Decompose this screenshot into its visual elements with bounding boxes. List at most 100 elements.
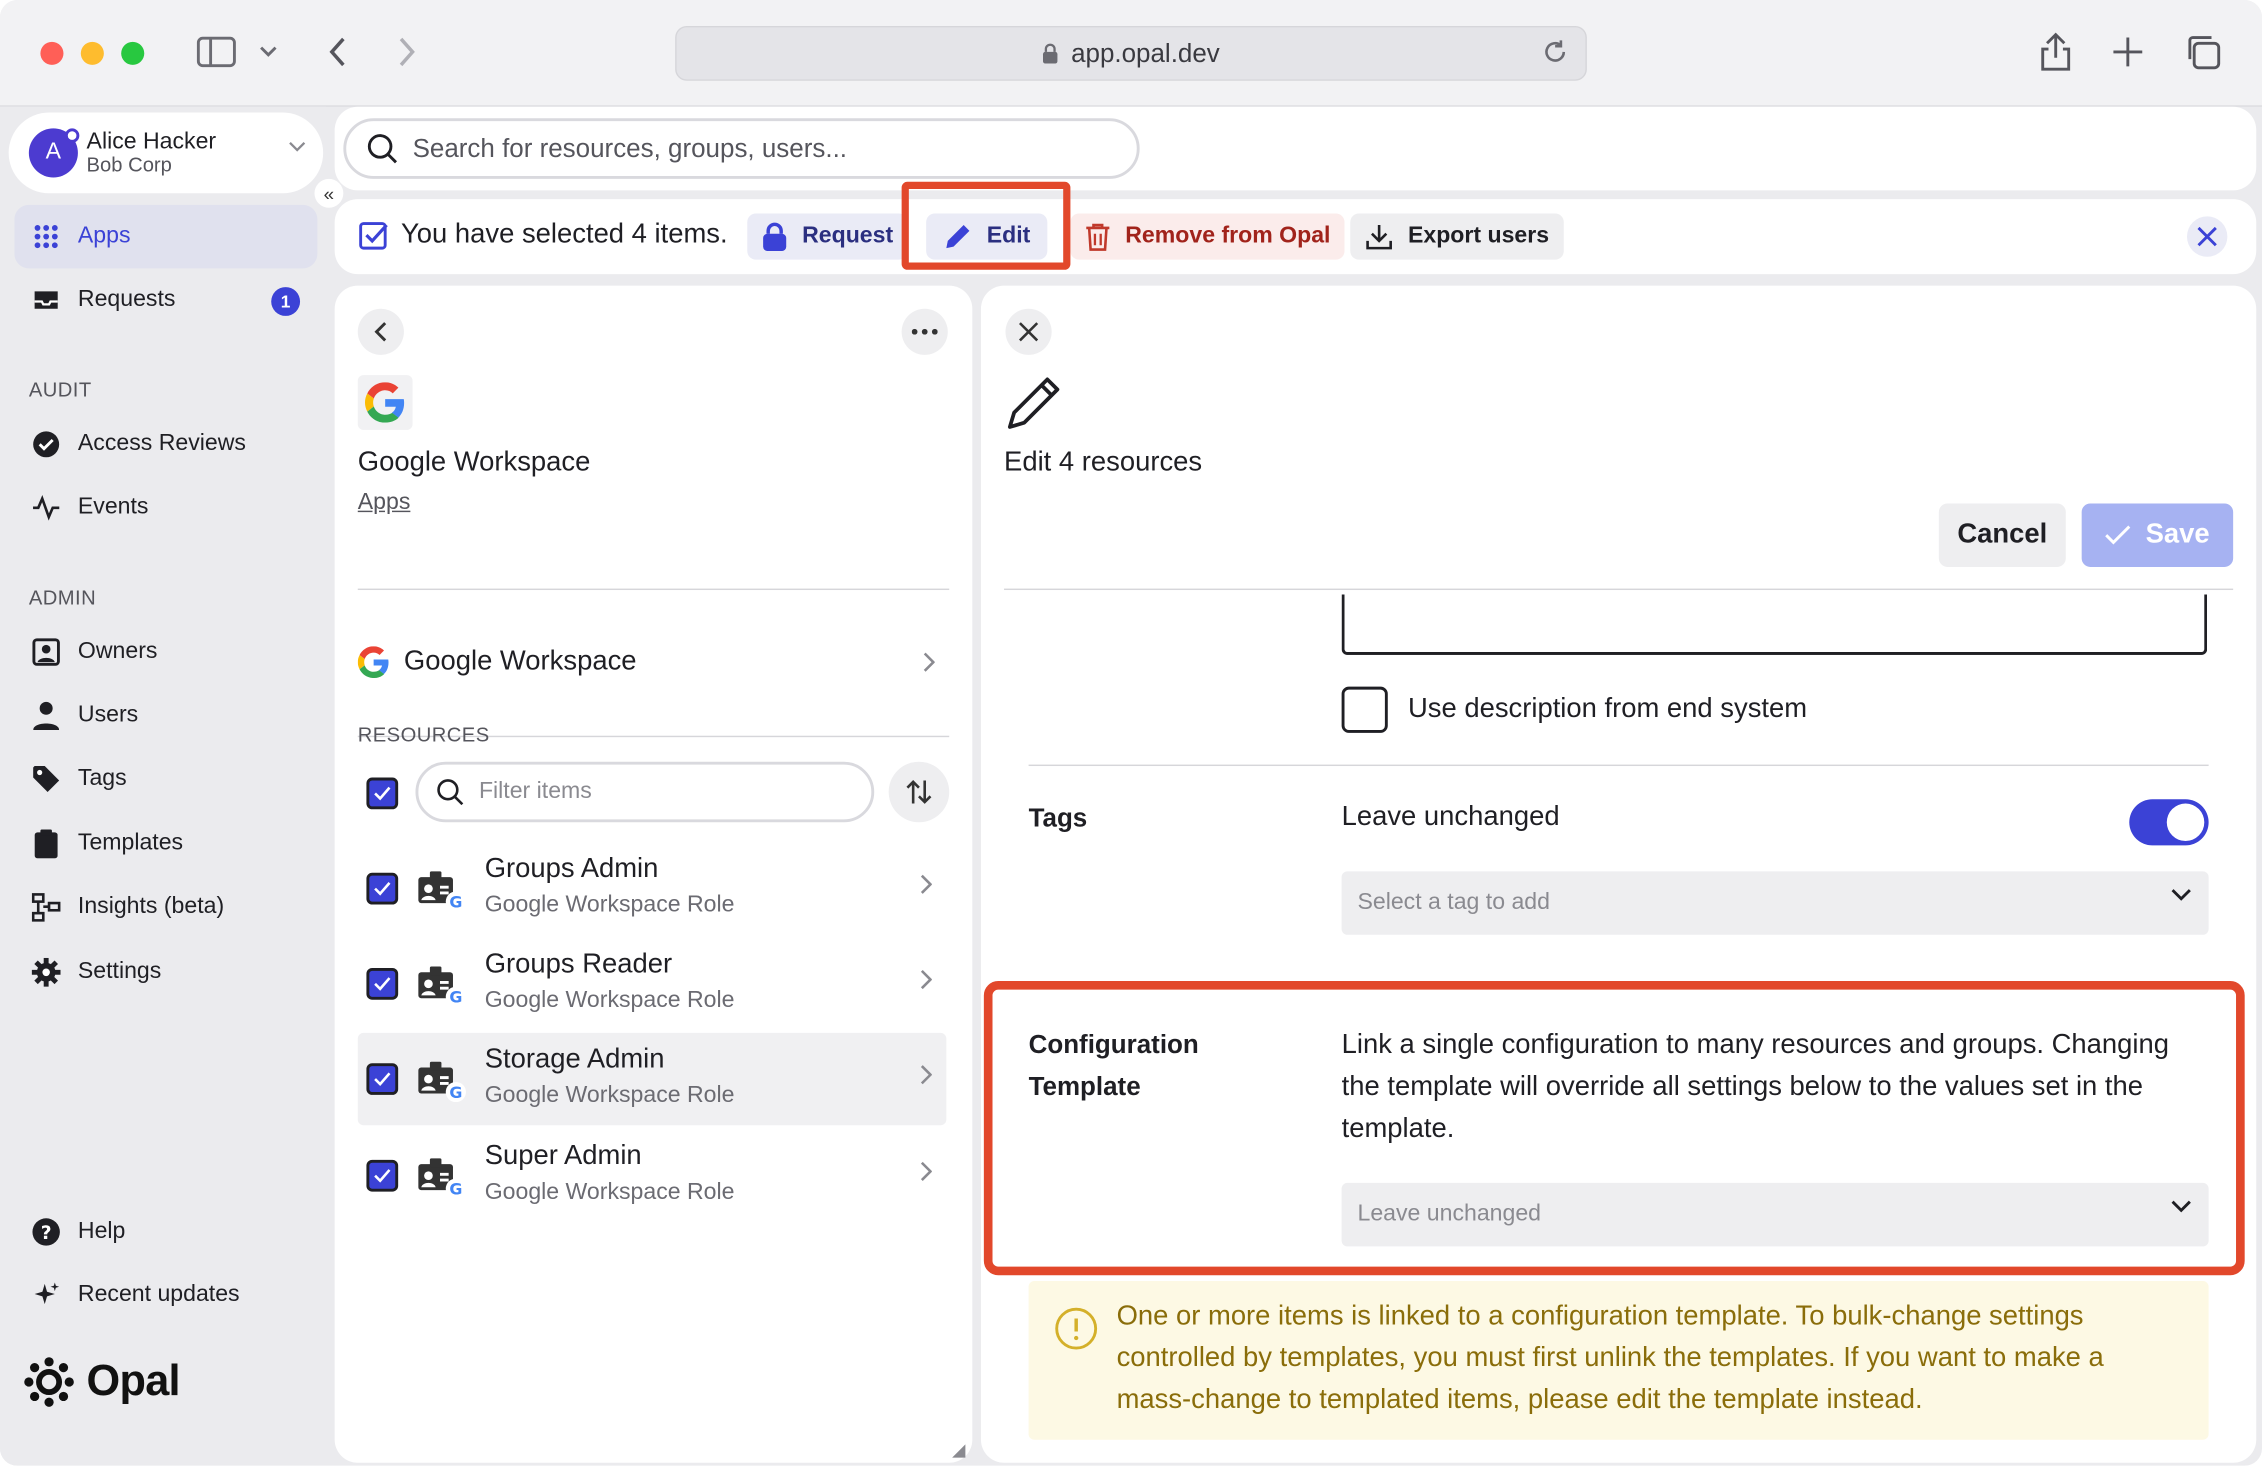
- close-icon: [2197, 226, 2217, 247]
- search-icon: [367, 134, 398, 164]
- app-detail-panel: Google Workspace Apps Google Workspace R…: [334, 285, 973, 1463]
- edit-resources-panel: Edit 4 resources Cancel Save Use descrip…: [980, 285, 2257, 1463]
- reload-icon[interactable]: [1542, 39, 1568, 65]
- remove-from-opal-button[interactable]: Remove from Opal: [1070, 213, 1345, 260]
- filter-items-input[interactable]: Filter items: [415, 761, 875, 823]
- close-panel-button[interactable]: [1005, 308, 1052, 355]
- forward-icon[interactable]: [390, 32, 425, 72]
- user-icon: [32, 701, 61, 730]
- sidebar: A Alice Hacker Bob Corp « Apps Requests …: [0, 106, 344, 1466]
- address-bar[interactable]: app.opal.dev: [675, 25, 1587, 81]
- chevron-right-icon: [923, 652, 935, 672]
- filter-placeholder: Filter items: [478, 779, 592, 804]
- resource-item-groups-admin[interactable]: G Groups Admin Google Workspace Role: [358, 842, 947, 934]
- chevron-down-icon: [2171, 1200, 2191, 1213]
- export-users-button[interactable]: Export users: [1350, 213, 1564, 260]
- edit-button[interactable]: Edit: [926, 213, 1048, 260]
- download-icon: [1366, 225, 1392, 250]
- use-description-label: Use description from end system: [1407, 693, 1808, 725]
- sidebar-item-templates[interactable]: Templates: [14, 812, 317, 875]
- divider: [1004, 588, 2234, 591]
- use-description-checkbox[interactable]: [1341, 686, 1388, 733]
- checkmark-icon: [374, 882, 391, 896]
- sort-button[interactable]: [888, 761, 950, 823]
- new-tab-icon[interactable]: [2109, 32, 2147, 72]
- activity-icon: [32, 493, 61, 522]
- close-window-button[interactable]: [40, 41, 64, 65]
- sidebar-item-label: Requests: [77, 287, 176, 312]
- request-button[interactable]: Request: [747, 213, 908, 260]
- resource-checkbox[interactable]: [366, 1159, 399, 1192]
- resource-checkbox[interactable]: [366, 1063, 399, 1095]
- role-badge-icon: G: [418, 966, 466, 1007]
- sidebar-item-tags[interactable]: Tags: [14, 747, 317, 810]
- search-input[interactable]: Search for resources, groups, users...: [343, 118, 1140, 179]
- config-label-line1: Configuration: [1028, 1030, 1199, 1059]
- back-button[interactable]: [357, 308, 404, 355]
- pencil-icon: [1007, 377, 1060, 429]
- tags-leave-unchanged-toggle[interactable]: [2129, 799, 2209, 846]
- use-description-checkbox-row[interactable]: Use description from end system: [1341, 686, 1808, 733]
- role-badge-icon: G: [418, 1061, 466, 1103]
- collapse-sidebar-button[interactable]: «: [314, 178, 344, 208]
- gear-icon: [31, 957, 61, 987]
- resource-item-groups-reader[interactable]: G Groups Reader Google Workspace Role: [358, 938, 947, 1030]
- opal-logo[interactable]: Opal: [23, 1356, 181, 1408]
- sidebar-item-users[interactable]: Users: [14, 684, 317, 747]
- resource-checkbox[interactable]: [366, 872, 399, 905]
- resource-checkbox[interactable]: [366, 967, 399, 1000]
- back-icon[interactable]: [320, 32, 355, 72]
- resource-type: Google Workspace Role: [484, 1083, 735, 1108]
- breadcrumb-apps-link[interactable]: Apps: [358, 490, 411, 516]
- app-title: Google Workspace: [357, 447, 591, 478]
- resource-type: Google Workspace Role: [484, 988, 735, 1013]
- panel-resize-handle[interactable]: ◢: [952, 1440, 965, 1460]
- apps-grid-icon: [32, 222, 61, 251]
- check-square-icon: [359, 222, 388, 250]
- clear-selection-button[interactable]: [2186, 216, 2228, 257]
- checkmark-icon: [374, 1169, 391, 1183]
- sidebar-item-apps[interactable]: Apps: [14, 204, 318, 269]
- resource-name: Super Admin: [484, 1141, 642, 1172]
- save-button[interactable]: Save: [2081, 503, 2234, 567]
- trash-icon: [1086, 223, 1110, 251]
- resources-heading: RESOURCES: [357, 722, 490, 746]
- description-textarea[interactable]: [1341, 594, 2208, 655]
- sidebar-item-access-reviews[interactable]: Access Reviews: [14, 413, 317, 476]
- sidebar-toggle-icon[interactable]: [193, 32, 239, 72]
- request-label: Request: [802, 223, 894, 249]
- cancel-button[interactable]: Cancel: [1938, 503, 2066, 567]
- resource-item-storage-admin[interactable]: G Storage Admin Google Workspace Role: [357, 1032, 947, 1126]
- tag-select[interactable]: Select a tag to add: [1341, 871, 2209, 935]
- maximize-window-button[interactable]: [121, 41, 145, 65]
- configuration-template-select[interactable]: Leave unchanged: [1341, 1182, 2209, 1247]
- sidebar-item-insights[interactable]: Insights (beta): [14, 876, 317, 939]
- opal-logo-icon: [24, 1357, 74, 1407]
- sidebar-item-label: Users: [77, 702, 139, 728]
- app-row-google-workspace[interactable]: Google Workspace: [357, 629, 949, 695]
- more-options-button[interactable]: [901, 308, 948, 355]
- google-logo-icon: [357, 646, 389, 679]
- resource-name: Storage Admin: [484, 1044, 665, 1075]
- avatar: A: [28, 128, 80, 178]
- sidebar-item-help[interactable]: ? Help: [14, 1200, 317, 1263]
- checkmark-icon: [374, 977, 391, 991]
- tabs-overview-icon[interactable]: [2181, 32, 2224, 72]
- resource-name: Groups Admin: [484, 854, 659, 885]
- sidebar-item-settings[interactable]: Settings: [14, 941, 317, 1004]
- resource-name: Groups Reader: [484, 949, 673, 980]
- sidebar-item-label: Help: [77, 1218, 126, 1244]
- sidebar-item-requests[interactable]: Requests 1: [14, 268, 317, 331]
- minimize-window-button[interactable]: [80, 41, 104, 65]
- share-icon[interactable]: [2037, 32, 2075, 72]
- select-all-checkbox[interactable]: [366, 777, 399, 810]
- sidebar-item-owners[interactable]: Owners: [14, 620, 317, 683]
- chevron-down-icon[interactable]: [254, 32, 283, 72]
- sidebar-item-recent-updates[interactable]: Recent updates: [14, 1264, 317, 1327]
- sidebar-item-events[interactable]: Events: [14, 476, 317, 539]
- svg-text:G: G: [449, 1083, 462, 1102]
- user-menu[interactable]: A Alice Hacker Bob Corp: [8, 112, 324, 194]
- resource-item-super-admin[interactable]: G Super Admin Google Workspace Role: [358, 1130, 947, 1222]
- ellipsis-icon: [911, 328, 938, 335]
- warning-icon: [1055, 1307, 1098, 1350]
